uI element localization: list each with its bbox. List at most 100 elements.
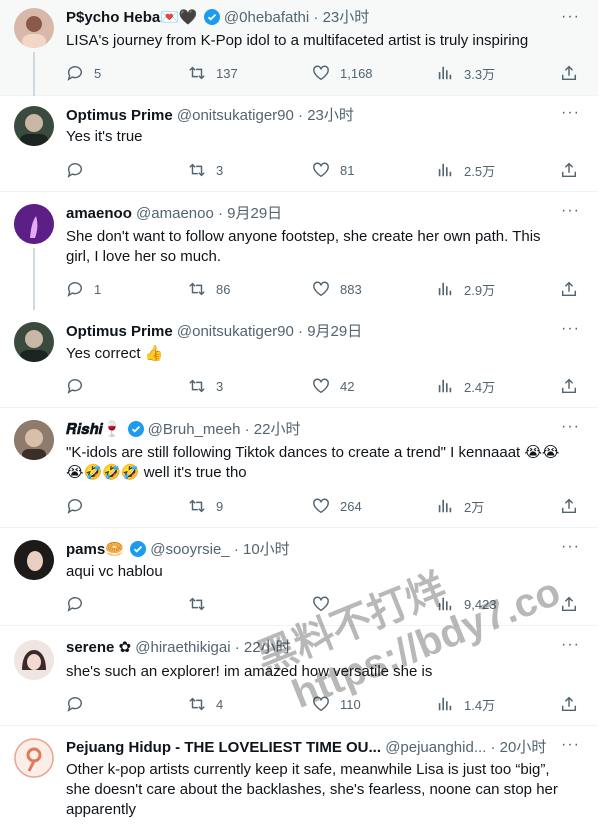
more-options-icon[interactable]: ··· xyxy=(561,202,580,220)
like-button[interactable]: 81 xyxy=(312,160,354,180)
tweet[interactable]: P$ycho Heba💌🖤 @0hebafathi · 23小时 ··· LIS… xyxy=(0,0,598,96)
avatar[interactable] xyxy=(14,640,54,680)
tweet[interactable]: serene ✿ @hiraethikigai · 22小时 ··· she's… xyxy=(0,626,598,726)
views-button[interactable]: 9,423 xyxy=(436,594,497,614)
views-button[interactable]: 3.3万 xyxy=(436,63,495,83)
more-options-icon[interactable]: ··· xyxy=(561,736,580,754)
reply-button[interactable] xyxy=(66,160,94,180)
handle[interactable]: @onitsukatiger90 xyxy=(177,107,294,124)
tweet[interactable]: Optimus Prime @onitsukatiger90 · 9月29日 ·… xyxy=(0,310,598,408)
handle[interactable]: @0hebafathi xyxy=(224,9,309,26)
timestamp[interactable]: 9月29日 xyxy=(307,323,362,340)
more-options-icon[interactable]: ··· xyxy=(561,636,580,654)
tweet[interactable]: 𝑹𝒊𝒔𝒉𝒊🍷 @Bruh_meeh · 22小时 ··· "K-idols ar… xyxy=(0,408,598,528)
more-options-icon[interactable]: ··· xyxy=(561,8,580,26)
tweet[interactable]: amaenoo @amaenoo · 9月29日 ··· She don't w… xyxy=(0,192,598,310)
heart-icon xyxy=(313,498,329,514)
views-button[interactable]: 1.4万 xyxy=(436,694,495,714)
more-options-icon[interactable]: ··· xyxy=(561,418,580,436)
like-button[interactable]: 264 xyxy=(312,496,362,516)
retweet-icon xyxy=(189,597,205,611)
more-options-icon[interactable]: ··· xyxy=(561,538,580,556)
tweet[interactable]: Pejuang Hidup - THE LOVELIEST TIME OU...… xyxy=(0,726,598,826)
retweet-button[interactable] xyxy=(188,594,216,614)
retweet-icon xyxy=(189,697,205,711)
like-button[interactable]: 42 xyxy=(312,376,354,396)
timestamp[interactable]: 22小时 xyxy=(244,639,291,656)
display-name[interactable]: pams xyxy=(66,541,105,558)
avatar[interactable] xyxy=(14,8,54,48)
share-button[interactable] xyxy=(560,594,578,614)
retweet-button[interactable]: 137 xyxy=(188,63,238,83)
avatar[interactable] xyxy=(14,106,54,146)
like-button[interactable]: 1,168 xyxy=(312,63,373,83)
handle[interactable]: @Bruh_meeh xyxy=(148,421,241,438)
avatar[interactable] xyxy=(14,322,54,362)
timestamp[interactable]: 10小时 xyxy=(243,541,290,558)
reply-button[interactable] xyxy=(66,694,94,714)
handle[interactable]: @hiraethikigai xyxy=(135,639,230,656)
views-button[interactable]: 2.4万 xyxy=(436,376,495,396)
handle[interactable]: @pejuanghid... xyxy=(385,739,486,756)
display-name[interactable]: Optimus Prime xyxy=(66,107,173,124)
thread-line xyxy=(33,52,35,96)
timestamp[interactable]: 23小时 xyxy=(307,107,354,124)
more-options-icon[interactable]: ··· xyxy=(561,104,580,122)
views-button[interactable]: 2.9万 xyxy=(436,279,495,299)
display-name[interactable]: amaenoo xyxy=(66,205,132,222)
display-name[interactable]: Optimus Prime xyxy=(66,323,173,340)
name-emoji: 🍷 xyxy=(102,421,122,438)
reply-button[interactable] xyxy=(66,376,94,396)
handle[interactable]: @onitsukatiger90 xyxy=(177,323,294,340)
tweet[interactable]: pams🥯 @sooyrsie_ · 10小时 ··· aqui vc habl… xyxy=(0,528,598,626)
share-button[interactable] xyxy=(560,496,578,516)
reply-button[interactable] xyxy=(66,496,94,516)
like-button[interactable]: 110 xyxy=(312,694,361,714)
like-button[interactable] xyxy=(312,594,340,614)
share-button[interactable] xyxy=(560,160,578,180)
share-button[interactable] xyxy=(560,694,578,714)
retweet-button[interactable]: 3 xyxy=(188,376,223,396)
avatar[interactable] xyxy=(14,738,54,778)
share-button[interactable] xyxy=(560,279,578,299)
avatar[interactable] xyxy=(14,420,54,460)
views-button[interactable]: 2万 xyxy=(436,496,484,516)
retweet-button[interactable]: 4 xyxy=(188,694,223,714)
view-count: 9,423 xyxy=(464,596,497,612)
display-name[interactable]: serene ✿ xyxy=(66,639,131,656)
share-icon xyxy=(561,596,577,612)
retweet-button[interactable]: 9 xyxy=(188,496,223,516)
reply-icon xyxy=(67,163,82,178)
retweet-count: 9 xyxy=(216,498,224,514)
timestamp[interactable]: 22小时 xyxy=(254,421,301,438)
share-button[interactable] xyxy=(560,63,578,83)
retweet-button[interactable]: 3 xyxy=(188,160,223,180)
tweet-header: 𝑹𝒊𝒔𝒉𝒊🍷 @Bruh_meeh · 22小时 xyxy=(66,420,568,440)
handle[interactable]: @sooyrsie_ xyxy=(150,541,229,558)
reply-button[interactable] xyxy=(66,594,94,614)
timestamp[interactable]: 23小时 xyxy=(323,9,370,26)
avatar[interactable] xyxy=(14,204,54,244)
name-emoji: 💌🖤 xyxy=(160,9,198,26)
retweet-icon xyxy=(189,163,205,177)
verified-badge-icon xyxy=(130,541,147,557)
handle[interactable]: @amaenoo xyxy=(136,205,214,222)
timestamp[interactable]: 9月29日 xyxy=(227,205,282,222)
more-options-icon[interactable]: ··· xyxy=(561,320,580,338)
reply-button[interactable]: 1 xyxy=(66,279,101,299)
display-name[interactable]: 𝑹𝒊𝒔𝒉𝒊 xyxy=(66,421,103,438)
tweet[interactable]: Optimus Prime @onitsukatiger90 · 23小时 ··… xyxy=(0,96,598,192)
tweet-text: Yes correct 👍 xyxy=(66,345,164,362)
display-name[interactable]: P$ycho Heba xyxy=(66,9,160,26)
share-button[interactable] xyxy=(560,376,578,396)
views-button[interactable]: 2.5万 xyxy=(436,160,495,180)
retweet-button[interactable]: 86 xyxy=(188,279,230,299)
like-button[interactable]: 883 xyxy=(312,279,362,299)
timestamp[interactable]: 20小时 xyxy=(500,739,547,756)
reply-button[interactable]: 5 xyxy=(66,63,101,83)
view-count: 3.3万 xyxy=(464,66,496,82)
display-name[interactable]: Pejuang Hidup - THE LOVELIEST TIME OU... xyxy=(66,739,381,756)
heart-icon xyxy=(313,281,329,297)
avatar[interactable] xyxy=(14,540,54,580)
separator-dot: · xyxy=(490,739,496,756)
